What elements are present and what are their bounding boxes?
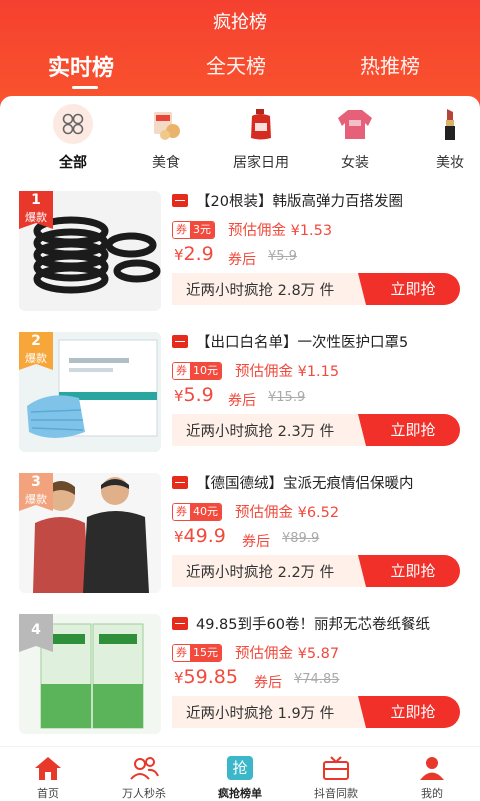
category-label: 全部 bbox=[59, 155, 87, 171]
product-card[interactable]: 3 爆款 【德国德绒】宝派无痕情侣保暖内 券 40元 预估佣金 ¥6.52 ¥49… bbox=[0, 473, 480, 603]
buy-now-button[interactable]: 立即抢 bbox=[358, 696, 460, 728]
commission: 预估佣金 ¥1.15 bbox=[235, 364, 340, 380]
sold-bar: 近两小时疯抢 2.2万 件 立即抢 bbox=[172, 555, 460, 587]
after-coupon-label: 券后 bbox=[242, 534, 270, 550]
grid-icon bbox=[53, 104, 93, 144]
nav-mine[interactable]: 我的 bbox=[384, 755, 480, 801]
nav-ranking[interactable]: 抢 疯抢榜单 bbox=[192, 755, 288, 801]
product-name: 【20根装】韩版高弹力百搭发圈 bbox=[196, 194, 403, 210]
sold-bar: 近两小时疯抢 1.9万 件 立即抢 bbox=[172, 696, 460, 728]
detergent-icon bbox=[241, 104, 281, 144]
price: ¥5.9 bbox=[174, 384, 214, 406]
category-all[interactable]: 全部 bbox=[33, 104, 113, 172]
nav-douyin[interactable]: 抖音同款 bbox=[288, 755, 384, 801]
food-icon bbox=[146, 104, 186, 144]
user-icon bbox=[384, 755, 480, 781]
commission: 预估佣金 ¥1.53 bbox=[228, 223, 333, 239]
sold-bar: 近两小时疯抢 2.3万 件 立即抢 bbox=[172, 414, 460, 446]
sold-bar: 近两小时疯抢 2.8万 件 立即抢 bbox=[172, 273, 460, 305]
rank-badge: 1 爆款 bbox=[19, 191, 53, 229]
price: ¥2.9 bbox=[174, 243, 214, 265]
home-icon bbox=[0, 755, 96, 781]
category-label: 美妆 bbox=[436, 155, 464, 171]
sold-count: 近两小时疯抢 2.3万 件 bbox=[186, 424, 335, 440]
coupon-tag: 券 40元 bbox=[172, 503, 222, 521]
tv-icon bbox=[288, 755, 384, 781]
original-price: ¥15.9 bbox=[268, 390, 306, 405]
nav-home[interactable]: 首页 bbox=[0, 755, 96, 801]
tmall-icon bbox=[172, 617, 188, 630]
price: ¥49.9 bbox=[174, 525, 226, 547]
original-price: ¥89.9 bbox=[282, 531, 320, 546]
grab-icon: 抢 bbox=[192, 755, 288, 781]
category-food[interactable]: 美食 bbox=[126, 104, 206, 172]
ranking-tabs: 实时榜 全天榜 热推榜 bbox=[0, 50, 480, 90]
rank-badge: 4 bbox=[19, 614, 53, 652]
coupon-tag: 券 10元 bbox=[172, 362, 222, 380]
category-home[interactable]: 居家日用 bbox=[221, 104, 301, 172]
tmall-icon bbox=[172, 335, 188, 348]
after-coupon-label: 券后 bbox=[228, 393, 256, 409]
category-label: 居家日用 bbox=[233, 155, 289, 171]
tab-hot[interactable]: 热推榜 bbox=[360, 50, 420, 79]
buy-now-button[interactable]: 立即抢 bbox=[358, 414, 460, 446]
price: ¥59.85 bbox=[174, 666, 238, 688]
lipstick-icon bbox=[430, 104, 470, 144]
commission: 预估佣金 ¥6.52 bbox=[235, 505, 340, 521]
sold-count: 近两小时疯抢 2.8万 件 bbox=[186, 283, 335, 299]
page-title: 疯抢榜 bbox=[213, 12, 267, 33]
after-coupon-label: 券后 bbox=[228, 252, 256, 268]
tab-realtime[interactable]: 实时榜 bbox=[48, 50, 114, 82]
category-label: 女装 bbox=[341, 155, 369, 171]
buy-now-button[interactable]: 立即抢 bbox=[358, 273, 460, 305]
commission: 预估佣金 ¥5.87 bbox=[235, 646, 340, 662]
coupon-tag: 券 3元 bbox=[172, 221, 215, 239]
bottom-nav: 首页 万人秒杀 抢 疯抢榜单 抖音同款 我的 bbox=[0, 746, 480, 801]
coupon-tag: 券 15元 bbox=[172, 644, 222, 662]
product-name: 【出口白名单】一次性医护口罩5 bbox=[196, 335, 409, 351]
sold-count: 近两小时疯抢 1.9万 件 bbox=[186, 706, 335, 722]
tab-allday[interactable]: 全天榜 bbox=[206, 50, 266, 79]
buy-now-button[interactable]: 立即抢 bbox=[358, 555, 460, 587]
original-price: ¥74.85 bbox=[294, 672, 340, 687]
category-makeup[interactable]: 美妆 bbox=[410, 104, 480, 172]
product-name: 49.85到手60卷！丽邦无芯卷纸餐纸 bbox=[196, 617, 430, 633]
category-label: 美食 bbox=[152, 155, 180, 171]
category-bar: 全部 美食 居家日用 女装 美妆 bbox=[0, 96, 480, 176]
product-card[interactable]: 4 49.85到手60卷！丽邦无芯卷纸餐纸 券 15元 预估佣金 ¥5.87 ¥5… bbox=[0, 614, 480, 744]
tmall-icon bbox=[172, 476, 188, 489]
sold-count: 近两小时疯抢 2.2万 件 bbox=[186, 565, 335, 581]
rank-badge: 2 爆款 bbox=[19, 332, 53, 370]
tmall-icon bbox=[172, 194, 188, 207]
category-women[interactable]: 女装 bbox=[315, 104, 395, 172]
product-card[interactable]: 1 爆款 【20根装】韩版高弹力百搭发圈 券 3元 预估佣金 ¥1.53 ¥2.9… bbox=[0, 191, 480, 321]
header: 疯抢榜 实时榜 全天榜 热推榜 bbox=[0, 0, 480, 108]
tab-underline bbox=[72, 86, 98, 89]
after-coupon-label: 券后 bbox=[254, 675, 282, 691]
nav-flash-sale[interactable]: 万人秒杀 bbox=[96, 755, 192, 801]
product-card[interactable]: 2 爆款 【出口白名单】一次性医护口罩5 券 10元 预估佣金 ¥1.15 ¥5.… bbox=[0, 332, 480, 462]
product-name: 【德国德绒】宝派无痕情侣保暖内 bbox=[196, 476, 414, 492]
rank-badge: 3 爆款 bbox=[19, 473, 53, 511]
sweater-icon bbox=[335, 104, 375, 144]
people-icon bbox=[96, 755, 192, 781]
original-price: ¥5.9 bbox=[268, 249, 297, 264]
